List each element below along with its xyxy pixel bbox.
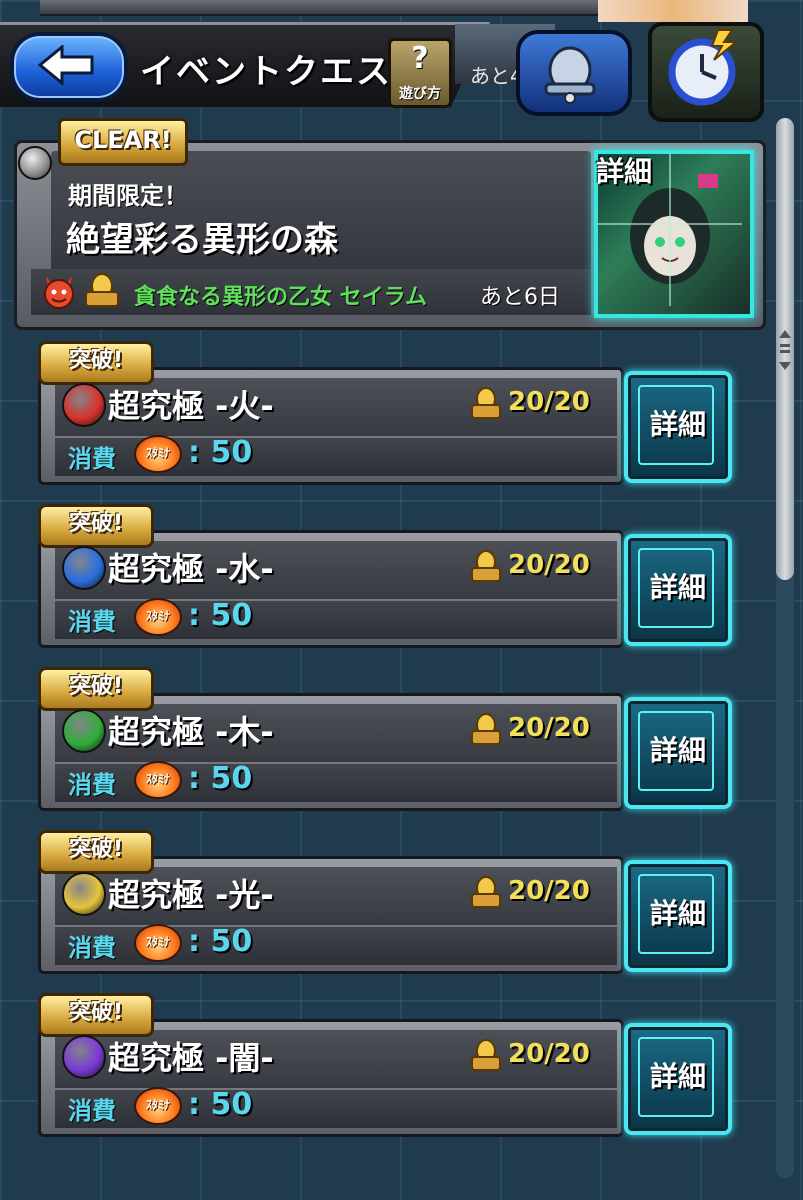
- fire-element-icon: [62, 383, 106, 427]
- quest-name: 超究極 -光-: [108, 876, 274, 914]
- detail-button-label: 詳細: [649, 897, 706, 930]
- detail-button[interactable]: 詳細: [624, 534, 732, 646]
- detail-button[interactable]: 詳細: [624, 1023, 732, 1135]
- egg-icon: [85, 273, 119, 307]
- egg-icon: [471, 876, 501, 908]
- stamina-cost: : 50: [188, 598, 253, 633]
- stamina-consume-label: 消費: [68, 771, 116, 799]
- event-detail-label: 詳細: [596, 155, 653, 188]
- stamina-cost: : 50: [188, 435, 253, 470]
- clear-count: 20/20: [508, 713, 590, 743]
- stamina-icon: ｽﾀﾐﾅ: [134, 924, 182, 962]
- stamina-consume-label: 消費: [68, 1097, 116, 1125]
- egg-icon: [471, 1039, 501, 1071]
- stamina-cost: : 50: [188, 1087, 253, 1122]
- breakthrough-badge: 突破!: [38, 667, 154, 711]
- dark-element-icon: [62, 1035, 106, 1079]
- detail-button[interactable]: 詳細: [624, 371, 732, 483]
- how-to-play-button[interactable]: ? 遊び方: [388, 38, 452, 108]
- egg-icon: [471, 713, 501, 745]
- detail-button-label: 詳細: [649, 408, 706, 441]
- wood-element-icon: [62, 709, 106, 753]
- breakthrough-badge: 突破!: [38, 830, 154, 874]
- remaining-time-partial: あと4: [470, 64, 523, 88]
- detail-button[interactable]: 詳細: [624, 697, 732, 809]
- stamina-consume-label: 消費: [68, 934, 116, 962]
- stamina-icon: ｽﾀﾐﾅ: [134, 435, 182, 473]
- bell-icon: [544, 46, 596, 104]
- quest-row[interactable]: 突破! 超究極 -水- 20/20 消費 ｽﾀﾐﾅ : 50 詳細: [38, 504, 732, 648]
- clock-icon: [668, 29, 739, 106]
- question-icon: ?: [411, 41, 429, 76]
- notification-bell-button[interactable]: [516, 30, 632, 116]
- clear-badge: CLEAR!: [58, 118, 188, 166]
- quest-name: 超究極 -水-: [108, 550, 274, 588]
- quest-row[interactable]: 突破! 超究極 -闇- 20/20 消費 ｽﾀﾐﾅ : 50 詳細: [38, 993, 732, 1137]
- clear-count: 20/20: [508, 876, 590, 906]
- light-element-icon: [62, 872, 106, 916]
- clear-count: 20/20: [508, 387, 590, 417]
- quest-row[interactable]: 突破! 超究極 -火- 20/20 消費 ｽﾀﾐﾅ : 50 詳細: [38, 341, 732, 485]
- stamina-cost: : 50: [188, 924, 253, 959]
- quest-row[interactable]: 突破! 超究極 -木- 20/20 消費 ｽﾀﾐﾅ : 50 詳細: [38, 667, 732, 811]
- stamina-icon: ｽﾀﾐﾅ: [134, 1087, 182, 1125]
- clear-count: 20/20: [508, 550, 590, 580]
- quest-name: 超究極 -木-: [108, 713, 274, 751]
- scroll-grip-icon: [779, 330, 791, 370]
- detail-button-label: 詳細: [649, 1060, 706, 1093]
- stamina-consume-label: 消費: [68, 445, 116, 473]
- header: イベントクエスト ? 遊び方 あと4: [0, 10, 803, 122]
- water-element-icon: [62, 546, 106, 590]
- stamina-icon: ｽﾀﾐﾅ: [134, 761, 182, 799]
- egg-icon: [471, 387, 501, 419]
- event-subtitle: 期間限定！: [68, 182, 188, 210]
- pin-icon: [18, 146, 52, 180]
- clear-count: 20/20: [508, 1039, 590, 1069]
- event-boss-name: 貪食なる異形の乙女 セイラム: [134, 285, 428, 310]
- stamina-icon: ｽﾀﾐﾅ: [134, 598, 182, 636]
- back-button[interactable]: [10, 32, 128, 102]
- egg-icon: [471, 550, 501, 582]
- breakthrough-badge: 突破!: [38, 504, 154, 548]
- event-remaining-time: あと6日: [480, 285, 560, 310]
- detail-button[interactable]: 詳細: [624, 860, 732, 972]
- quest-row[interactable]: 突破! 超究極 -光- 20/20 消費 ｽﾀﾐﾅ : 50 詳細: [38, 830, 732, 974]
- quest-name: 超究極 -火-: [108, 387, 274, 425]
- devil-icon: [44, 276, 74, 309]
- stamina-consume-label: 消費: [68, 608, 116, 636]
- stamina-timer-button[interactable]: [648, 22, 764, 122]
- detail-button-label: 詳細: [649, 571, 706, 604]
- how-to-play-label: 遊び方: [399, 86, 441, 102]
- quest-name: 超究極 -闇-: [108, 1039, 274, 1077]
- event-title: 絶望彩る異形の森: [66, 220, 338, 260]
- page-title: イベントクエスト: [140, 52, 428, 92]
- detail-button-label: 詳細: [649, 734, 706, 767]
- breakthrough-badge: 突破!: [38, 341, 154, 385]
- breakthrough-badge: 突破!: [38, 993, 154, 1037]
- stamina-cost: : 50: [188, 761, 253, 796]
- back-arrow-icon: [38, 45, 94, 85]
